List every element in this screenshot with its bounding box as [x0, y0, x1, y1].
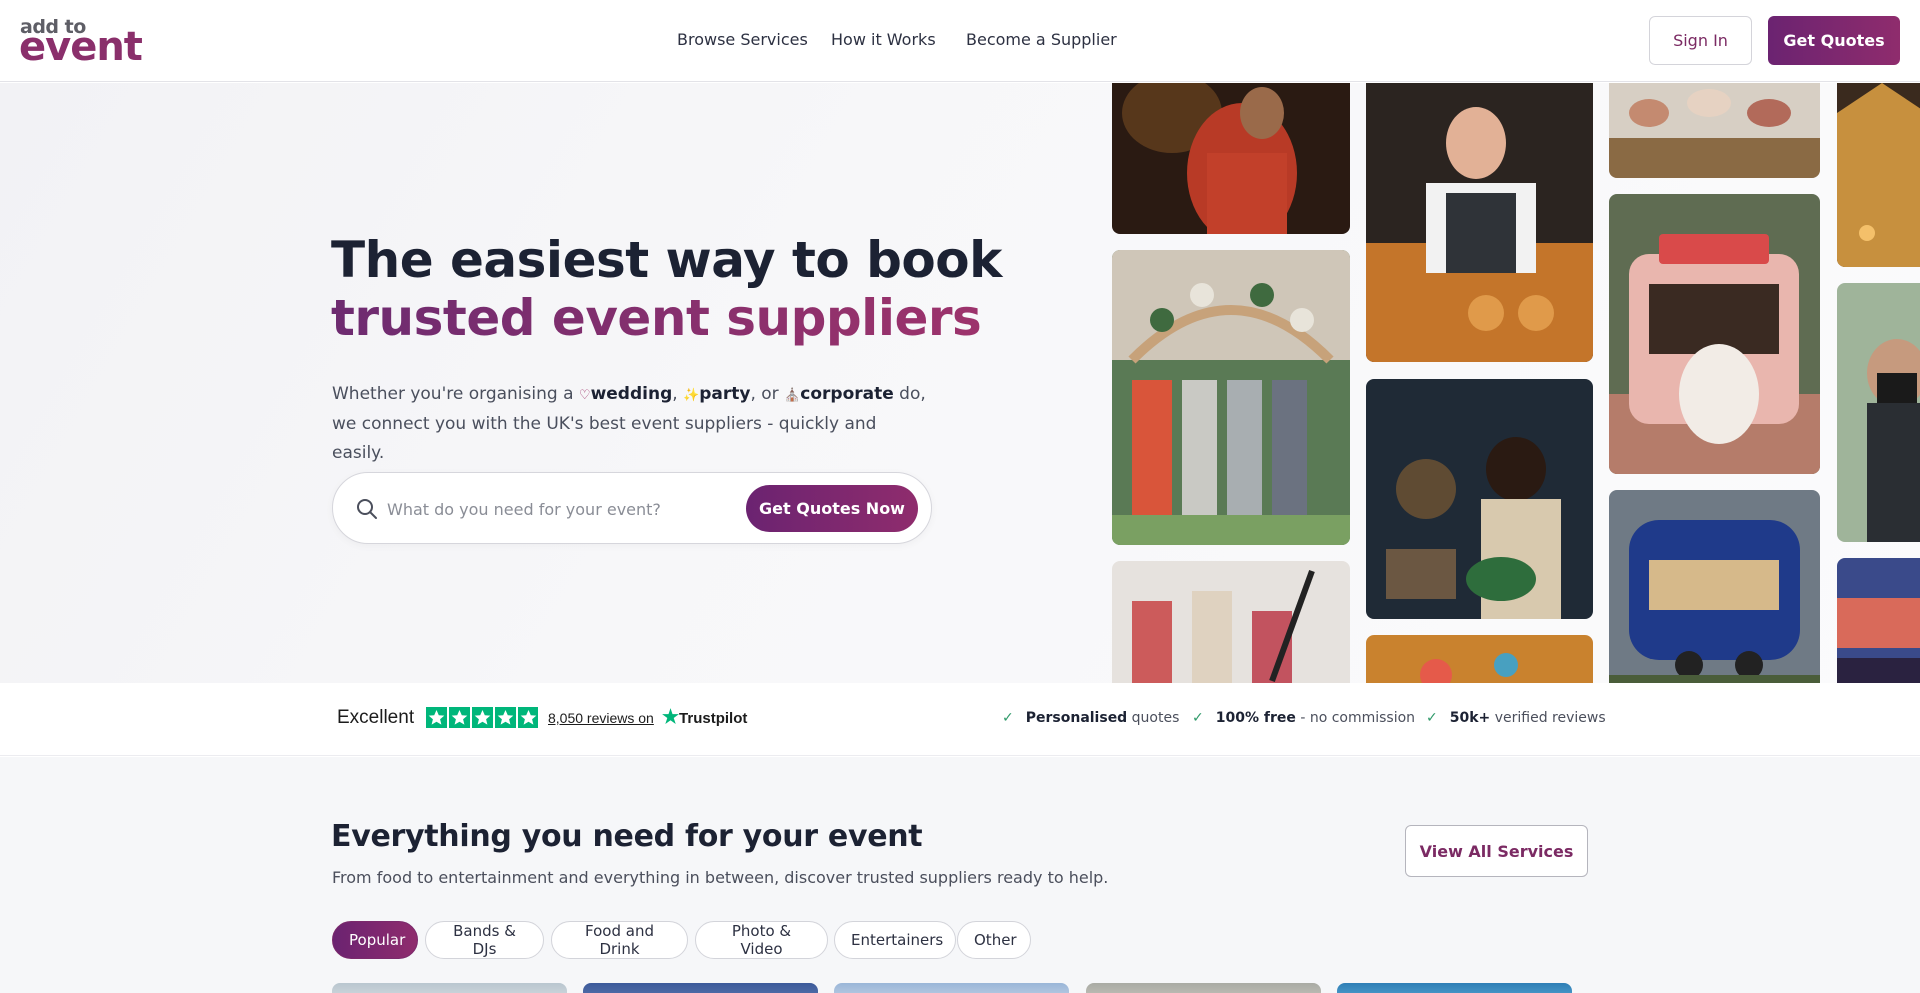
keyword-corporate: corporate — [800, 384, 894, 404]
photo-oyster-crate — [1609, 83, 1820, 178]
main-nav: Browse Services How it Works Become a Su… — [0, 30, 1920, 52]
feature-rest: quotes — [1131, 710, 1180, 726]
feature-rest: verified reviews — [1494, 710, 1606, 726]
sign-in-button[interactable]: Sign In — [1649, 16, 1752, 65]
hero-subtitle: Whether you're organising a ♡wedding, ✨p… — [332, 380, 932, 468]
tab-photo-video[interactable]: Photo & Video — [695, 921, 828, 959]
service-card[interactable] — [834, 983, 1069, 993]
photo-fire-breather — [1112, 83, 1350, 234]
service-card[interactable] — [1086, 983, 1321, 993]
photo-desserts — [1112, 561, 1350, 683]
service-card[interactable] — [583, 983, 818, 993]
feature-free: ✓ 100% free - no commission — [1192, 710, 1415, 726]
photo-marquee — [1837, 83, 1920, 267]
nav-how-it-works[interactable]: How it Works — [831, 30, 936, 49]
trustpilot-logo[interactable]: ★Trustpilot — [662, 706, 747, 728]
trustpilot-stars-icon — [426, 707, 538, 728]
search-input[interactable] — [387, 493, 717, 525]
hero-title-line2: trusted event suppliers — [331, 289, 1051, 347]
trustpilot-rating-word: Excellent — [337, 707, 415, 728]
trustpilot-star-icon: ★ — [662, 707, 680, 728]
trustpilot-brand: Trustpilot — [679, 710, 748, 727]
photo-singer-band — [1366, 379, 1593, 619]
view-all-services-button[interactable]: View All Services — [1405, 825, 1588, 877]
search-bar: Get Quotes Now — [332, 472, 932, 544]
get-quotes-button[interactable]: Get Quotes — [1768, 16, 1900, 65]
feature-bold: 100% free — [1215, 710, 1296, 726]
trustpilot-reviews-link[interactable]: 8,050 reviews on — [548, 710, 654, 726]
tab-food-and-drink[interactable]: Food and Drink — [551, 921, 688, 959]
party-popper-icon: ✨ — [683, 388, 700, 403]
tab-entertainers[interactable]: Entertainers — [834, 921, 956, 959]
building-icon: ⛪ — [784, 388, 801, 403]
hero-sub-comma: , — [672, 384, 678, 404]
services-title: Everything you need for your event — [331, 819, 923, 854]
service-card[interactable] — [332, 983, 567, 993]
search-icon — [357, 499, 377, 519]
photo-festoon-lights — [1366, 635, 1593, 683]
tab-popular[interactable]: Popular — [332, 921, 418, 959]
hero-title-line1: The easiest way to book — [331, 231, 1002, 289]
services-section: Everything you need for your event From … — [0, 757, 1920, 993]
tab-other[interactable]: Other — [957, 921, 1031, 959]
hero-section: The easiest way to book trusted event su… — [0, 83, 1920, 683]
photo-bartender — [1366, 83, 1593, 362]
nav-browse-services[interactable]: Browse Services — [677, 30, 808, 49]
check-icon: ✓ — [1002, 710, 1014, 726]
service-card[interactable] — [1337, 983, 1572, 993]
site-header: add to event Browse Services How it Work… — [0, 0, 1920, 82]
tab-bands-djs[interactable]: Bands & DJs — [425, 921, 544, 959]
photo-photographer — [1837, 283, 1920, 542]
check-icon: ✓ — [1426, 710, 1438, 726]
photo-food-trailer — [1609, 490, 1820, 683]
keyword-wedding: wedding — [590, 384, 673, 404]
hero-sub-part2: , or — [750, 384, 779, 404]
feature-personalised: ✓ Personalised quotes — [1002, 710, 1179, 726]
feature-rest: - no commission — [1300, 710, 1416, 726]
feature-bold: Personalised — [1025, 710, 1128, 726]
keyword-party: party — [699, 384, 751, 404]
get-quotes-now-button[interactable]: Get Quotes Now — [746, 485, 918, 532]
trust-bar: Excellent 8,050 reviews on ★Trustpilot ✓… — [0, 683, 1920, 756]
photo-sunset — [1837, 558, 1920, 683]
hero-title: The easiest way to book trusted event su… — [331, 231, 1051, 347]
photo-photo-booth-van — [1609, 194, 1820, 474]
heart-icon: ♡ — [578, 388, 591, 403]
services-subtitle: From food to entertainment and everythin… — [332, 868, 1109, 887]
feature-bold: 50k+ — [1449, 710, 1491, 726]
nav-become-supplier[interactable]: Become a Supplier — [966, 30, 1117, 49]
check-icon: ✓ — [1192, 710, 1204, 726]
feature-reviews: ✓ 50k+ verified reviews — [1426, 710, 1606, 726]
hero-sub-part1: Whether you're organising a — [332, 384, 574, 404]
photo-wedding-bar — [1112, 250, 1350, 545]
